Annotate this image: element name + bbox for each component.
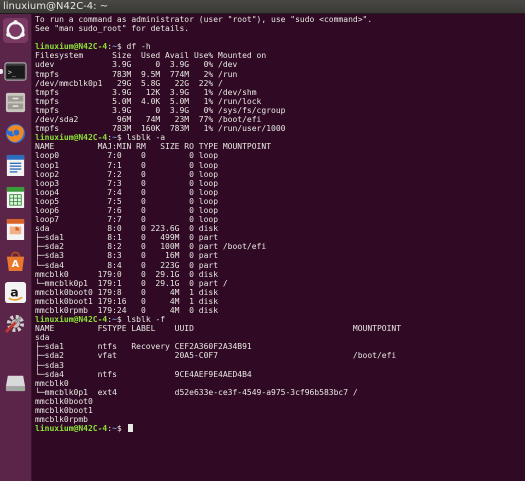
output-line: └─mmcblk0p1 179:1 0 29.1G 0 part /: [35, 278, 228, 288]
command-text: lsblk -a: [126, 133, 166, 143]
output-line: mmcblk0: [35, 378, 69, 388]
amazon-icon: a: [4, 281, 27, 304]
launcher-dash-home[interactable]: [3, 18, 28, 43]
ubuntu-logo-icon: [4, 19, 27, 42]
svg-text:A: A: [12, 259, 20, 270]
launcher-drive[interactable]: [3, 370, 28, 395]
output-line: mmcblk0boot1 179:16 0 4M 1 disk: [35, 296, 219, 306]
prompt-symbol: $: [116, 315, 127, 325]
output-line: loop7 7:7 0 0 loop: [35, 215, 219, 225]
unity-launcher: >_ A a: [0, 14, 32, 481]
calc-spreadsheet-icon: [4, 186, 27, 209]
prompt-user-host: linuxium@N42C-4: [35, 42, 108, 52]
output-line: NAME FSTYPE LABEL UUID MOUNTPOINT: [35, 324, 402, 334]
launcher-terminal[interactable]: >_: [3, 59, 28, 84]
output-line: mmcblk0 179:0 0 29.1G 0 disk: [35, 269, 219, 279]
firefox-icon: [4, 122, 27, 145]
prompt-line: linuxium@N42C-4:~$: [35, 424, 525, 433]
output-line: tmpfs 3.9G 0 3.9G 0% /sys/fs/cgroup: [35, 105, 286, 115]
svg-text:>_: >_: [8, 68, 17, 76]
prompt-user-host: linuxium@N42C-4: [35, 133, 108, 143]
output-line: loop5 7:5 0 0 loop: [35, 196, 219, 206]
prompt-line: linuxium@N42C-4:~$ lsblk -a: [35, 133, 525, 142]
output-line: See "man sudo_root" for details.: [35, 24, 190, 34]
output-line: └─mmcblk0p1 ext4 d52e633e-ce3f-4549-a975…: [35, 387, 358, 397]
launcher-writer[interactable]: [3, 153, 28, 178]
output-line: ├─sda3 8:3 0 16M 0 part: [35, 251, 219, 261]
output-line: mmcblk0boot0: [35, 396, 93, 406]
output-line: tmpfs 783M 160K 783M 1% /run/user/1000: [35, 124, 286, 134]
shopping-bag-icon: A: [4, 249, 27, 272]
disk-drive-icon: [4, 371, 27, 394]
launcher-amazon[interactable]: a: [3, 280, 28, 305]
output-line: udev 3.9G 0 3.9G 0% /dev: [35, 60, 238, 70]
writer-document-icon: [4, 154, 27, 177]
output-line: tmpfs 3.9G 12K 3.9G 1% /dev/shm: [35, 87, 257, 97]
output-line: mmcblk0boot0 179:8 0 4M 1 disk: [35, 287, 219, 297]
terminal-output[interactable]: To run a command as administrator (user …: [32, 14, 525, 481]
command-text: df -h: [126, 42, 151, 52]
output-line: /dev/mmcblk0p1 29G 5.8G 22G 22% /: [35, 78, 223, 88]
output-line: loop4 7:4 0 0 loop: [35, 187, 219, 197]
prompt-user-host: linuxium@N42C-4: [35, 424, 108, 434]
output-line: loop1 7:1 0 0 loop: [35, 160, 219, 170]
launcher-system-settings[interactable]: [3, 311, 28, 336]
output-line: loop6 7:6 0 0 loop: [35, 205, 219, 215]
output-line: ├─sda2 vfat 20A5-C0F7 /boot/efi: [35, 351, 397, 361]
output-line: loop0 7:0 0 0 loop: [35, 151, 219, 161]
launcher-firefox[interactable]: [3, 121, 28, 146]
prompt-user-host: linuxium@N42C-4: [35, 315, 108, 325]
output-line: loop2 7:2 0 0 loop: [35, 169, 219, 179]
output-line: sda 8:0 0 223.6G 0 disk: [35, 224, 219, 234]
prompt-symbol: $: [116, 424, 127, 434]
output-line: ├─sda3: [35, 360, 64, 370]
output-line: Filesystem Size Used Avail Use% Mounted …: [35, 51, 267, 61]
output-line: tmpfs 5.0M 4.0K 5.0M 1% /run/lock: [35, 96, 262, 106]
output-line: mmcblk0rpmb 179:24 0 4M 0 disk: [35, 306, 219, 315]
output-line: tmpfs 783M 9.5M 774M 2% /run: [35, 69, 238, 79]
output-line: To run a command as administrator (user …: [35, 15, 373, 24]
output-line: sda: [35, 333, 50, 343]
output-line: loop3 7:3 0 0 loop: [35, 178, 219, 188]
output-line: mmcblk0rpmb: [35, 415, 88, 425]
window-titlebar[interactable]: linuxium@N42C-4: ~: [0, 0, 525, 14]
text-cursor: [127, 424, 133, 433]
settings-gear-icon: [4, 312, 27, 335]
output-line: └─sda4 ntfs 9CE4AEF9E4AED4B4: [35, 369, 252, 379]
terminal-icon: >_: [4, 60, 27, 83]
launcher-impress[interactable]: [3, 217, 28, 242]
launcher-software-center[interactable]: A: [3, 248, 28, 273]
window-title: linuxium@N42C-4: ~: [3, 1, 109, 12]
impress-presentation-icon: [4, 218, 27, 241]
output-line: /dev/sda2 96M 74M 23M 77% /boot/efi: [35, 115, 262, 125]
output-line: mmcblk0boot1: [35, 406, 93, 416]
prompt-line: linuxium@N42C-4:~$ lsblk -f: [35, 315, 525, 324]
svg-text:a: a: [10, 284, 18, 299]
file-cabinet-icon: [4, 91, 27, 114]
prompt-symbol: $: [116, 133, 127, 143]
command-text: lsblk -f: [126, 315, 166, 325]
prompt-symbol: $: [116, 42, 127, 52]
output-line: NAME MAJ:MIN RM SIZE RO TYPE MOUNTPOINT: [35, 142, 272, 152]
output-line: ├─sda1 8:1 0 499M 0 part: [35, 233, 219, 243]
launcher-calc[interactable]: [3, 185, 28, 210]
output-line: └─sda4 8:4 0 223G 0 part: [35, 260, 219, 270]
prompt-line: linuxium@N42C-4:~$ df -h: [35, 42, 525, 51]
launcher-files[interactable]: [3, 90, 28, 115]
